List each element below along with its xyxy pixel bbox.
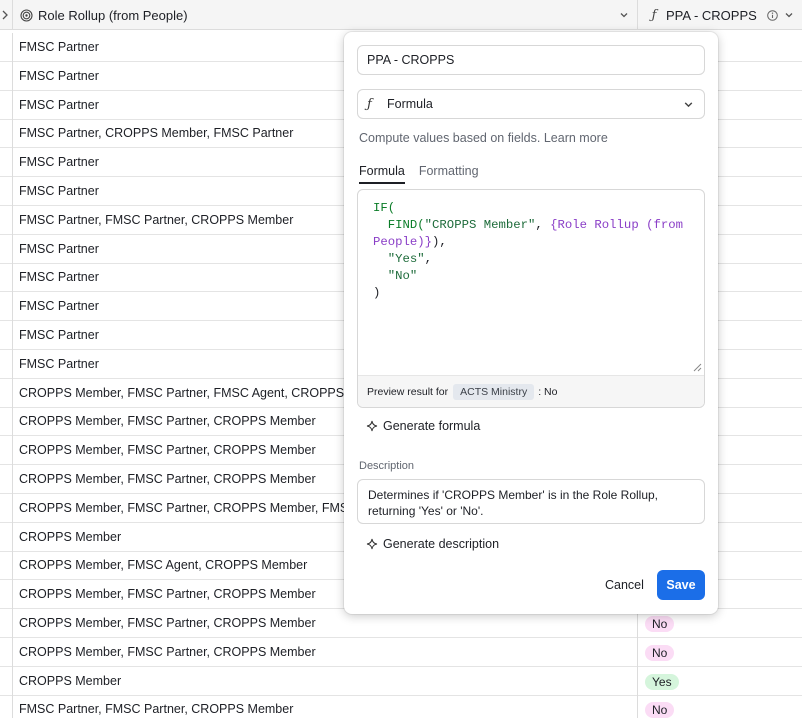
row-expand-cell[interactable] <box>0 91 13 120</box>
row-expand-cell[interactable] <box>0 379 13 408</box>
formula-editor[interactable]: IF( FIND("CROPPS Member", {Role Rollup (… <box>358 190 704 375</box>
formula-token: ) <box>373 286 381 300</box>
row-expand-cell[interactable] <box>0 235 13 264</box>
rollup-icon <box>19 8 33 22</box>
generate-description-button[interactable]: Generate description <box>366 537 499 551</box>
row-expand-cell[interactable] <box>0 523 13 552</box>
formula-token: {Role Rollup (from <box>550 218 683 232</box>
description-label: Description <box>359 460 415 472</box>
row-expand-cell[interactable] <box>0 263 13 292</box>
row-expand-cell[interactable] <box>0 667 13 696</box>
column-header-role-rollup[interactable]: Role Rollup (from People) <box>14 0 638 30</box>
role-rollup-cell[interactable]: CROPPS Member <box>14 667 638 696</box>
tab-formatting[interactable]: Formatting <box>419 164 479 184</box>
resize-handle-icon[interactable] <box>693 363 702 372</box>
row-expand-cell[interactable] <box>0 609 13 638</box>
role-rollup-cell[interactable]: CROPPS Member, FMSC Partner, CROPPS Memb… <box>14 638 638 667</box>
column-header-ppa-cropps[interactable]: ƒ PPA - CROPPS <box>639 0 802 30</box>
status-pill: No <box>645 644 675 661</box>
field-name-input[interactable] <box>357 45 705 75</box>
formula-token: "No" <box>387 269 418 283</box>
row-expand-cell[interactable] <box>0 407 13 436</box>
formula-token: "Yes" <box>387 252 425 266</box>
description-field[interactable]: Determines if 'CROPPS Member' is in the … <box>357 479 705 524</box>
grid-header: Role Rollup (from People) ƒ PPA - CROPPS <box>0 0 802 30</box>
formula-token: IF( <box>373 201 396 215</box>
learn-more-link[interactable]: Learn more <box>544 131 608 145</box>
preview-prefix: Preview result for <box>367 385 449 398</box>
row-expand-cell[interactable] <box>0 321 13 350</box>
formula-icon: ƒ <box>367 96 372 112</box>
sparkle-icon <box>366 420 378 432</box>
row-expand-cell[interactable] <box>0 638 13 667</box>
field-type-select[interactable]: ƒ Formula <box>357 89 705 119</box>
field-type-label: Formula <box>387 97 433 111</box>
status-pill: No <box>645 615 675 632</box>
formula-token: , <box>424 252 433 266</box>
row-expand-cell[interactable] <box>0 350 13 379</box>
chevron-down-icon[interactable] <box>784 10 794 20</box>
formula-tabs: Formula Formatting <box>359 164 493 184</box>
generate-description-label: Generate description <box>383 537 500 551</box>
field-type-helper: Compute values based on fields. Learn mo… <box>359 131 608 145</box>
row-expand-cell[interactable] <box>0 206 13 235</box>
table-row[interactable]: FMSC Partner, FMSC Partner, CROPPS Membe… <box>0 695 802 718</box>
helper-text: Compute values based on fields. <box>359 131 541 145</box>
row-expand-cell[interactable] <box>0 436 13 465</box>
status-pill: No <box>645 701 675 718</box>
preview-result: : No <box>538 385 558 398</box>
row-expand-cell[interactable] <box>0 62 13 91</box>
cancel-button[interactable]: Cancel <box>597 571 652 599</box>
preview-result-bar: Preview result for ACTS Ministry : No <box>358 375 704 407</box>
row-expand-cell[interactable] <box>0 148 13 177</box>
row-expand-cell[interactable] <box>0 695 13 718</box>
formula-token: ), <box>432 235 447 249</box>
row-expand-cell[interactable] <box>0 177 13 206</box>
table-row[interactable]: CROPPS Member, FMSC Partner, CROPPS Memb… <box>0 638 802 667</box>
row-expand-column[interactable] <box>0 0 13 30</box>
preview-record-chip[interactable]: ACTS Ministry <box>453 383 535 400</box>
column-header-label: PPA - CROPPS <box>666 7 757 23</box>
chevron-right-icon <box>2 10 8 20</box>
ppa-cropps-cell[interactable]: No <box>639 695 802 718</box>
tab-formula[interactable]: Formula <box>359 164 405 184</box>
row-expand-cell[interactable] <box>0 580 13 609</box>
generate-formula-label: Generate formula <box>383 419 481 433</box>
formula-token: FIND( <box>387 218 425 232</box>
ppa-cropps-cell[interactable]: Yes <box>639 667 802 696</box>
chevron-down-icon[interactable] <box>619 10 629 20</box>
table-row[interactable]: CROPPS Member Yes <box>0 667 802 696</box>
sparkle-icon <box>366 538 378 550</box>
field-config-popover: ƒ Formula Compute values based on fields… <box>344 32 718 614</box>
row-expand-cell[interactable] <box>0 33 13 62</box>
save-button[interactable]: Save <box>657 570 705 600</box>
row-expand-cell[interactable] <box>0 292 13 321</box>
row-expand-cell[interactable] <box>0 119 13 148</box>
row-expand-cell[interactable] <box>0 465 13 494</box>
column-header-label: Role Rollup (from People) <box>38 7 188 23</box>
formula-token: People)} <box>373 235 433 249</box>
chevron-down-icon <box>684 101 693 107</box>
formula-token: , <box>535 218 551 232</box>
row-expand-cell[interactable] <box>0 494 13 523</box>
formula-editor-box: IF( FIND("CROPPS Member", {Role Rollup (… <box>357 189 705 408</box>
ppa-cropps-cell[interactable]: No <box>639 638 802 667</box>
role-rollup-cell[interactable]: FMSC Partner, FMSC Partner, CROPPS Membe… <box>14 695 638 718</box>
formula-icon: ƒ <box>651 7 657 23</box>
info-icon[interactable] <box>767 9 778 21</box>
formula-token: "CROPPS Member" <box>424 218 536 232</box>
generate-formula-button[interactable]: Generate formula <box>366 419 480 433</box>
status-pill: Yes <box>645 673 679 690</box>
row-expand-cell[interactable] <box>0 551 13 580</box>
